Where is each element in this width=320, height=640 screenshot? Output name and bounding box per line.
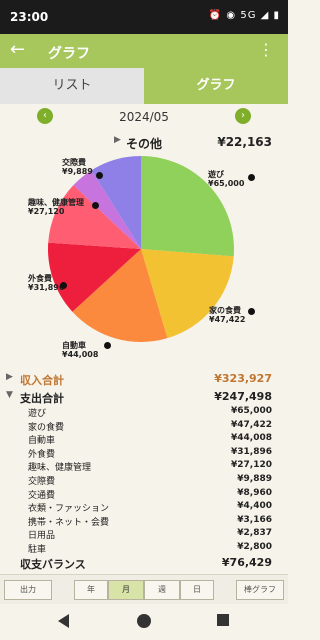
list-item[interactable]: 交際費 ¥9,889: [0, 473, 288, 487]
label-gaishokuhi: 外食費 ¥31,896: [28, 274, 65, 292]
back-arrow-icon[interactable]: ←: [10, 41, 25, 59]
next-month-icon[interactable]: ›: [235, 108, 251, 124]
label-shumi: 趣味、健康管理 ¥27,120: [28, 198, 84, 216]
nav-recent-icon[interactable]: [217, 614, 229, 626]
system-nav-bar: [0, 604, 288, 640]
list-item[interactable]: 家の食費 ¥47,422: [0, 419, 288, 433]
label-dot-icon: [248, 174, 255, 181]
period-day-button[interactable]: 日: [180, 580, 214, 600]
summary-section: ▶ 収入合計 ¥323,927 ▼ 支出合計 ¥247,498: [0, 370, 288, 406]
balance-value: ¥76,429: [221, 556, 272, 569]
expense-total-row[interactable]: ▼ 支出合計 ¥247,498: [0, 388, 288, 406]
bottom-toolbar: 出力 年 月 週 日 棒グラフ: [0, 574, 288, 604]
tab-graph[interactable]: グラフ: [144, 68, 288, 104]
label-dot-icon: [92, 202, 99, 209]
overflow-menu-icon[interactable]: ⋮: [258, 41, 274, 59]
pie-chart: 遊び ¥65,000 家の食費 ¥47,422 自動車 ¥44,008 外食費 ¥31,…: [0, 156, 288, 362]
income-total-label: 収入合計: [20, 374, 64, 387]
status-bar: 23:00 ⏰ ◉ 5G ◢ ▮: [0, 0, 288, 34]
app-bar: ← グラフ ⋮: [0, 34, 288, 68]
expand-triangle-icon: ▶: [6, 372, 13, 382]
expense-total-value: ¥247,498: [214, 390, 272, 403]
list-item[interactable]: 交通費 ¥8,960: [0, 487, 288, 501]
line-graph-button[interactable]: 棒グラフ: [236, 580, 284, 600]
label-kousaihi: 交際費 ¥9,889: [62, 158, 93, 176]
list-item[interactable]: 駐車 ¥2,800: [0, 541, 288, 555]
label-asobi: 遊び ¥65,000: [208, 170, 245, 188]
page-title: グラフ: [48, 46, 90, 62]
period-week-button[interactable]: 週: [144, 580, 180, 600]
collapse-triangle-icon: ▼: [6, 390, 13, 400]
expand-triangle-icon: ▶: [114, 135, 121, 145]
income-total-value: ¥323,927: [214, 372, 272, 385]
output-button[interactable]: 出力: [4, 580, 52, 600]
month-navigator: ‹ 2024/05 ›: [0, 104, 288, 130]
list-item[interactable]: 自動車 ¥44,008: [0, 432, 288, 446]
expense-total-label: 支出合計: [20, 392, 64, 405]
period-year-button[interactable]: 年: [74, 580, 108, 600]
pie-chart-svg: [48, 156, 234, 342]
label-ienoshokuhi: 家の食費 ¥47,422: [209, 306, 246, 324]
status-icons: ⏰ ◉ 5G ◢ ▮: [208, 10, 280, 21]
label-dot-icon: [60, 282, 67, 289]
list-item[interactable]: 趣味、健康管理 ¥27,120: [0, 459, 288, 473]
nav-back-icon[interactable]: [58, 614, 69, 628]
nav-home-icon[interactable]: [137, 614, 151, 628]
list-item[interactable]: 携帯・ネット・会費 ¥3,166: [0, 514, 288, 528]
other-category-row[interactable]: ▶ その他 ¥22,163: [0, 132, 288, 154]
list-item[interactable]: 外食費 ¥31,896: [0, 446, 288, 460]
income-total-row[interactable]: ▶ 収入合計 ¥323,927: [0, 370, 288, 388]
list-item[interactable]: 遊び ¥65,000: [0, 405, 288, 419]
period-month-button[interactable]: 月: [108, 580, 144, 600]
label-jidousha: 自動車 ¥44,008: [62, 341, 99, 359]
other-label: その他: [126, 137, 163, 151]
list-item[interactable]: 衣類・ファッション ¥4,400: [0, 500, 288, 514]
expense-item-list: 遊び ¥65,000 家の食費 ¥47,422 自動車 ¥44,008 外食費 ¥31,…: [0, 405, 288, 555]
list-item[interactable]: 日用品 ¥2,837: [0, 527, 288, 541]
view-tabs: リスト グラフ: [0, 68, 288, 104]
balance-row: 収支バランス ¥76,429: [0, 554, 288, 572]
status-time: 23:00: [10, 10, 49, 24]
other-value: ¥22,163: [217, 135, 272, 149]
label-dot-icon: [96, 172, 103, 179]
tab-list[interactable]: リスト: [0, 68, 144, 104]
label-dot-icon: [248, 308, 255, 315]
balance-label: 収支バランス: [20, 558, 86, 571]
label-dot-icon: [104, 342, 111, 349]
